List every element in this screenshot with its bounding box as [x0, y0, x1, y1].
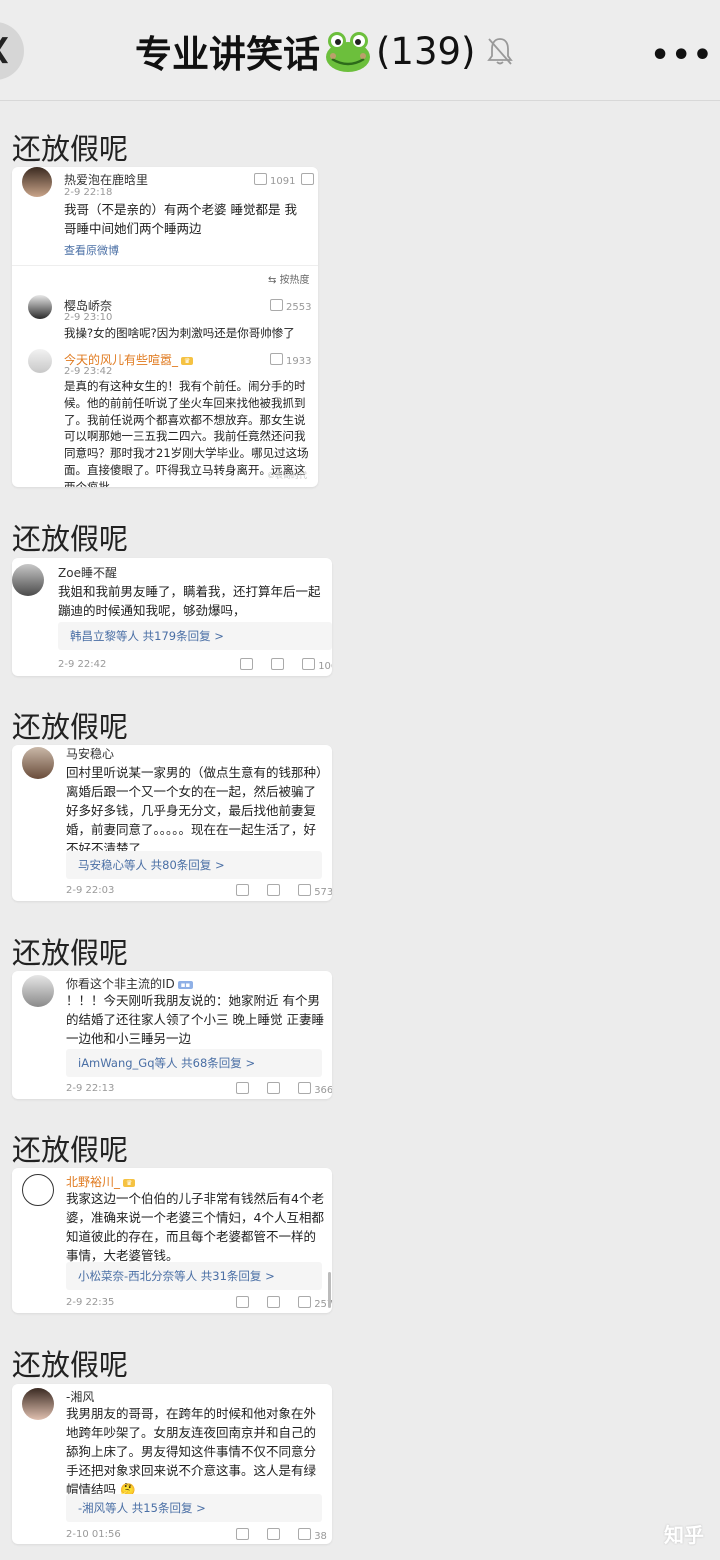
like-count: 366: [314, 1085, 332, 1096]
post-time: 2-9 22:35: [66, 1297, 115, 1308]
post-body: 回村里听说某一家男的（做点生意有的钱那种）离婚后跟一个又一个女的在一起，然后被骗…: [66, 765, 323, 856]
chat-message-text: 还放假呢: [12, 522, 129, 556]
action-icons: 1064: [222, 658, 332, 672]
post-time: 2-9 22:42: [58, 659, 107, 670]
action-icons: 366: [218, 1082, 332, 1096]
reply-like-count[interactable]: 2553: [270, 299, 311, 313]
username: 马安稳心: [66, 747, 115, 761]
reply-time: 2-9 23:10: [64, 312, 113, 323]
reply-summary-link[interactable]: -湘风等人 共15条回复 >: [66, 1494, 322, 1522]
back-button[interactable]: ❮: [0, 22, 24, 80]
post-body: 我姐和我前男友睡了，瞒着我，还打算年后一起蹦迪的时候通知我呢，够劲爆吗，: [58, 584, 321, 618]
thumb-up-icon[interactable]: [298, 884, 311, 896]
reply-body: 我操?女的图啥呢?因为刺激吗还是你哥帅惨了: [64, 326, 295, 340]
username: 你看这个非主流的ID ▪▪: [66, 975, 194, 992]
reply-summary-link[interactable]: 韩昌立黎等人 共179条回复 >: [58, 622, 332, 650]
chat-message-text: 还放假呢: [12, 710, 129, 744]
post-time: 2-9 22:03: [66, 885, 115, 896]
action-icons: 38: [218, 1528, 327, 1542]
avatar: [28, 349, 52, 373]
avatar: [22, 975, 54, 1007]
username: Zoe睡不醒: [58, 566, 117, 580]
avatar: [22, 167, 52, 197]
more-options-button[interactable]: •••: [650, 38, 714, 73]
comment-icon[interactable]: [267, 1296, 280, 1308]
post-time: 2-10 01:56: [66, 1529, 121, 1540]
screenshot-card[interactable]: 马安稳心 回村里听说某一家男的（做点生意有的钱那种）离婚后跟一个又一个女的在一起…: [12, 745, 332, 901]
post-time: 2-9 22:13: [66, 1083, 115, 1094]
share-icon[interactable]: [240, 658, 253, 670]
zhihu-watermark: 知乎: [664, 1523, 704, 1547]
username: -湘风: [66, 1390, 95, 1404]
scrollbar[interactable]: [328, 1272, 331, 1308]
frog-emoji-icon: [326, 32, 370, 72]
reply-summary-link[interactable]: iAmWang_Gq等人 共68条回复 >: [66, 1049, 322, 1077]
divider: [12, 265, 318, 266]
screenshot-card[interactable]: 北野裕川_ ♛ 我家这边一个伯伯的儿子非常有钱然后有4个老婆，准确来说一个老婆三个…: [12, 1168, 332, 1313]
thumb-up-icon: [270, 353, 283, 365]
avatar: [22, 747, 54, 779]
member-count: (139): [376, 29, 476, 73]
post-body: 我家这边一个伯伯的儿子非常有钱然后有4个老婆，准确来说一个老婆三个情妇，4个人互…: [66, 1191, 324, 1263]
avatar: [22, 1174, 54, 1206]
thumb-up-icon[interactable]: [298, 1296, 311, 1308]
reply-like-count[interactable]: 1933: [270, 353, 311, 367]
reply-summary-link[interactable]: 马安稳心等人 共80条回复 >: [66, 851, 322, 879]
reply-time: 2-9 23:42: [64, 366, 113, 377]
like-count[interactable]: 1091: [254, 173, 295, 187]
share-icon[interactable]: [236, 1296, 249, 1308]
screenshot-card[interactable]: Zoe睡不醒 我姐和我前男友睡了，瞒着我，还打算年后一起蹦迪的时候通知我呢，够劲…: [12, 558, 332, 676]
chat-header: ❮ 专业讲笑话 (139) •••: [0, 0, 720, 101]
verified-badge-icon: ▪▪: [177, 981, 194, 989]
group-name: 专业讲笑话: [135, 33, 320, 76]
share-icon[interactable]: [236, 1082, 249, 1094]
thumb-up-icon: [270, 299, 283, 311]
share-icon[interactable]: [236, 884, 249, 896]
thumb-up-icon[interactable]: [298, 1528, 311, 1540]
sort-by-hot[interactable]: ⇆ 按热度: [268, 271, 310, 286]
avatar: [22, 1388, 54, 1420]
thumb-up-icon[interactable]: [298, 1082, 311, 1094]
comment-icon[interactable]: [301, 173, 317, 187]
thumb-up-icon[interactable]: [302, 658, 315, 670]
screenshot-card[interactable]: -湘风 我男朋友的哥哥，在跨年的时候和他对象在外地跨年吵架了。女朋友连夜回南京并…: [12, 1384, 332, 1544]
post-body: ！！！今天刚听我朋友说的：她家附近 有个男的结婚了还往家人领了个小三 晚上睡觉 …: [66, 993, 324, 1046]
post-body: 我男朋友的哥哥，在跨年的时候和他对象在外地跨年吵架了。女朋友连夜回南京并和自己的…: [66, 1406, 317, 1497]
vip-badge-icon: ♛: [123, 1179, 136, 1187]
screenshot-card[interactable]: 热爱泡在鹿晗里 2-9 22:18 1091 我哥（不是亲的）有两个老婆 睡觉都…: [12, 167, 318, 487]
sort-icon: ⇆: [268, 275, 280, 286]
view-original-link[interactable]: 查看原微博: [64, 242, 119, 258]
like-count: 573: [314, 887, 332, 898]
like-count: 1064: [318, 661, 332, 672]
chat-title: 专业讲笑话 (139): [135, 26, 514, 76]
username: 热爱泡在鹿晗里: [64, 173, 149, 187]
action-icons: 573: [218, 884, 332, 898]
watermark: ©表哥时代: [267, 471, 307, 480]
chat-message-text: 还放假呢: [12, 1348, 129, 1382]
avatar: [28, 295, 52, 319]
share-icon[interactable]: [236, 1528, 249, 1540]
comment-icon[interactable]: [267, 884, 280, 896]
action-icons: 257: [218, 1296, 332, 1310]
comment-icon[interactable]: [271, 658, 284, 670]
chat-message-text: 还放假呢: [12, 132, 129, 166]
screenshot-card[interactable]: 你看这个非主流的ID ▪▪ ！！！今天刚听我朋友说的：她家附近 有个男的结婚了还往…: [12, 971, 332, 1099]
vip-badge-icon: ♛: [181, 357, 194, 365]
thumb-up-icon: [254, 173, 267, 185]
comment-icon[interactable]: [267, 1082, 280, 1094]
comment-icon[interactable]: [267, 1528, 280, 1540]
avatar: [12, 564, 44, 596]
username: 北野裕川_ ♛: [66, 1173, 136, 1190]
chat-message-text: 还放假呢: [12, 1133, 129, 1167]
reply-summary-link[interactable]: 小松菜奈-西北分奈等人 共31条回复 >: [66, 1262, 322, 1290]
like-count: 38: [314, 1531, 327, 1542]
chat-message-text: 还放假呢: [12, 936, 129, 970]
post-time: 2-9 22:18: [64, 187, 113, 198]
post-body: 我哥（不是亲的）有两个老婆 睡觉都是 我哥睡中间她们两个睡两边: [64, 202, 297, 236]
back-chevron-icon: ❮: [0, 34, 12, 64]
bell-off-icon: [486, 38, 513, 65]
